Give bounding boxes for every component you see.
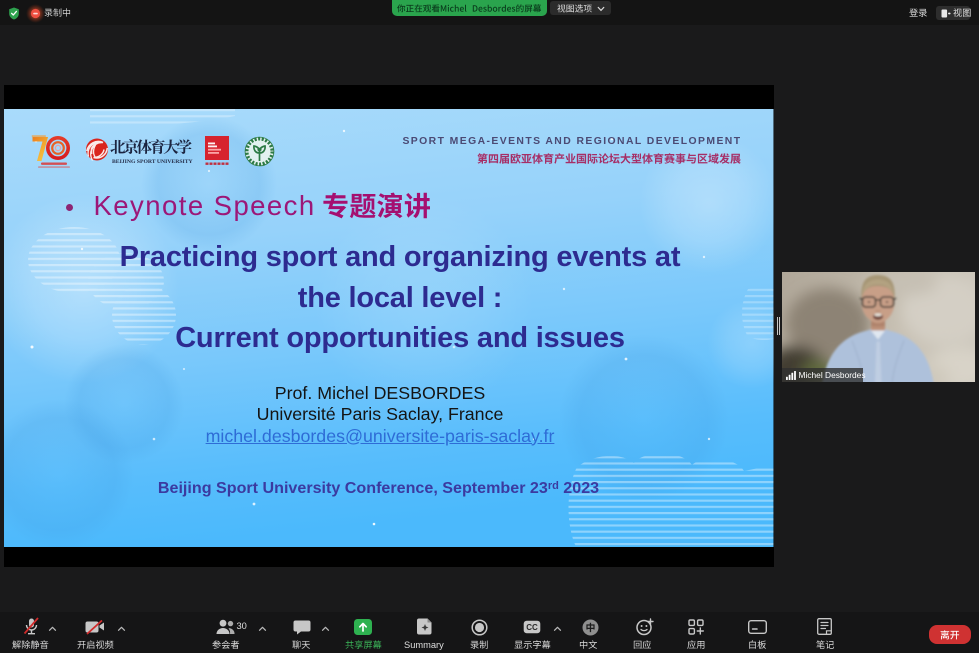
svg-text:CC: CC (526, 623, 538, 632)
